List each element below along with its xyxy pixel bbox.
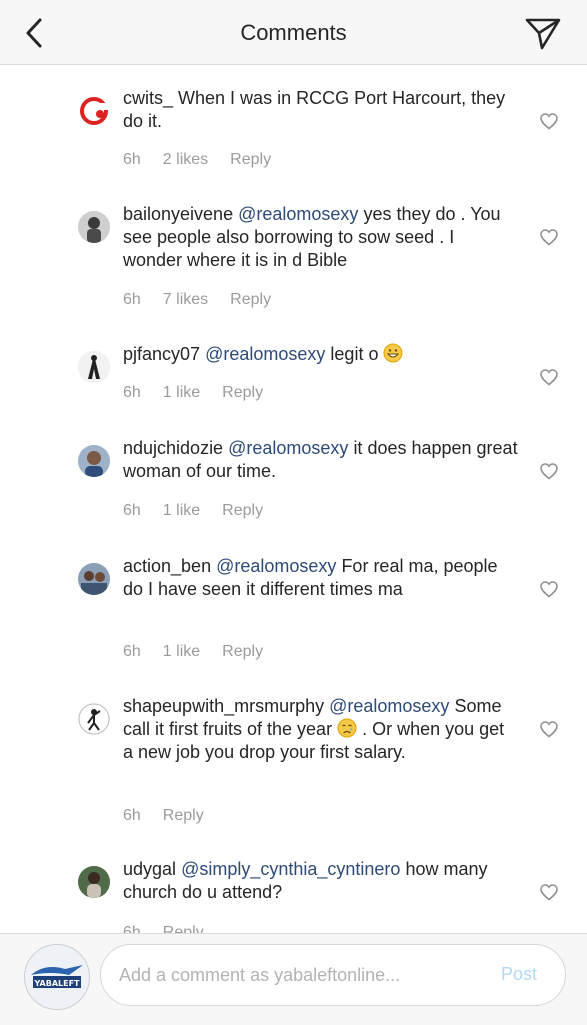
- comment-likes[interactable]: 7 likes: [163, 291, 208, 308]
- comment-mention[interactable]: @realomosexy: [205, 344, 325, 364]
- avatar: YABALEFT: [24, 944, 90, 1010]
- heart-outline-icon: [540, 463, 558, 480]
- comment-meta: 6h 2 likes Reply: [123, 151, 293, 169]
- user-avatar-icon: [78, 866, 110, 898]
- comment-meta: 6h Reply: [123, 807, 226, 825]
- reply-button[interactable]: Reply: [163, 807, 204, 824]
- paper-plane-icon: [525, 18, 561, 50]
- comment-text: bailonyeivene @realomosexy yes they do .…: [123, 203, 518, 272]
- comment-username[interactable]: pjfancy07: [123, 344, 200, 364]
- top-nav-bar: Comments: [0, 0, 587, 65]
- reply-button[interactable]: Reply: [163, 924, 204, 933]
- comment-mention[interactable]: @realomosexy: [329, 696, 449, 716]
- comment-input[interactable]: [117, 959, 481, 991]
- comment-input-box[interactable]: Post: [100, 944, 566, 1006]
- comment-likes[interactable]: 2 likes: [163, 151, 208, 168]
- like-button[interactable]: [540, 369, 558, 386]
- comment-composer: YABALEFT Post: [0, 933, 587, 1025]
- heart-outline-icon: [540, 581, 558, 598]
- comment-username[interactable]: udygal: [123, 859, 176, 879]
- comment-likes[interactable]: 1 like: [163, 643, 200, 660]
- comment-meta: 6h 1 like Reply: [123, 643, 285, 661]
- comment-time: 6h: [123, 643, 141, 660]
- comment-meta: 6h 1 like Reply: [123, 502, 285, 520]
- comment-text: ndujchidozie @realomosexy it does happen…: [123, 437, 518, 483]
- user-avatar-icon: [78, 351, 110, 383]
- avatar[interactable]: [78, 445, 110, 477]
- like-button[interactable]: [540, 463, 558, 480]
- comment-text: cwits_ When I was in RCCG Port Harcourt,…: [123, 87, 518, 133]
- heart-outline-icon: [540, 884, 558, 901]
- like-button[interactable]: [540, 721, 558, 738]
- post-button[interactable]: Post: [501, 964, 537, 985]
- comment-text: udygal @simply_cynthia_cyntinero how man…: [123, 858, 518, 904]
- avatar[interactable]: [78, 95, 110, 127]
- user-avatar-icon: [78, 445, 110, 477]
- comment-username[interactable]: action_ben: [123, 556, 211, 576]
- heart-outline-icon: [540, 113, 558, 130]
- user-avatar-icon: [78, 703, 110, 735]
- comment-username[interactable]: ndujchidozie: [123, 438, 223, 458]
- like-button[interactable]: [540, 884, 558, 901]
- comment-mention[interactable]: @realomosexy: [216, 556, 336, 576]
- reply-button[interactable]: Reply: [222, 502, 263, 519]
- comment-likes[interactable]: 1 like: [163, 502, 200, 519]
- comment-time: 6h: [123, 807, 141, 824]
- like-button[interactable]: [540, 229, 558, 246]
- reply-button[interactable]: Reply: [230, 151, 271, 168]
- comment-text: pjfancy07 @realomosexy legit o: [123, 343, 518, 366]
- avatar[interactable]: [78, 351, 110, 383]
- like-button[interactable]: [540, 581, 558, 598]
- comment-time: 6h: [123, 291, 141, 308]
- comment-mention[interactable]: @realomosexy: [228, 438, 348, 458]
- user-avatar-icon: [78, 563, 110, 595]
- reply-button[interactable]: Reply: [222, 643, 263, 660]
- reply-button[interactable]: Reply: [230, 291, 271, 308]
- comment-time: 6h: [123, 502, 141, 519]
- avatar[interactable]: [78, 866, 110, 898]
- comment-meta: 6h Reply: [123, 924, 226, 933]
- like-button[interactable]: [540, 113, 558, 130]
- avatar[interactable]: [78, 211, 110, 243]
- comment-meta: 6h 7 likes Reply: [123, 291, 293, 309]
- comment-likes[interactable]: 1 like: [163, 384, 200, 401]
- user-avatar-icon: [78, 211, 110, 243]
- heart-outline-icon: [540, 721, 558, 738]
- page-title: Comments: [240, 20, 347, 45]
- comments-list[interactable]: cwits_ When I was in RCCG Port Harcourt,…: [0, 65, 587, 933]
- crying-face-emoji: [337, 718, 357, 738]
- grinning-face-emoji: [383, 343, 403, 363]
- avatar[interactable]: [78, 703, 110, 735]
- comment-meta: 6h 1 like Reply: [123, 384, 285, 402]
- comment-mention[interactable]: @realomosexy: [238, 204, 358, 224]
- reply-button[interactable]: Reply: [222, 384, 263, 401]
- logo-text: YABALEFT: [34, 979, 81, 988]
- heart-outline-icon: [540, 229, 558, 246]
- comment-time: 6h: [123, 924, 141, 933]
- yabaleft-logo-icon: YABALEFT: [25, 945, 89, 1009]
- comment-mention[interactable]: @simply_cynthia_cyntinero: [181, 859, 400, 879]
- avatar[interactable]: [78, 563, 110, 595]
- comment-username[interactable]: shapeupwith_mrsmurphy: [123, 696, 324, 716]
- comment-username[interactable]: bailonyeivene: [123, 204, 233, 224]
- comment-body: When I was in RCCG Port Harcourt, they d…: [123, 88, 506, 131]
- comment-body: legit o: [330, 344, 379, 364]
- comment-username[interactable]: cwits_: [123, 88, 173, 108]
- user-avatar-icon: [78, 95, 110, 127]
- comment-text: shapeupwith_mrsmurphy @realomosexy Some …: [123, 695, 518, 764]
- comment-text: action_ben @realomosexy For real ma, peo…: [123, 555, 518, 601]
- comment-time: 6h: [123, 384, 141, 401]
- direct-message-button[interactable]: [524, 14, 562, 52]
- comment-time: 6h: [123, 151, 141, 168]
- heart-outline-icon: [540, 369, 558, 386]
